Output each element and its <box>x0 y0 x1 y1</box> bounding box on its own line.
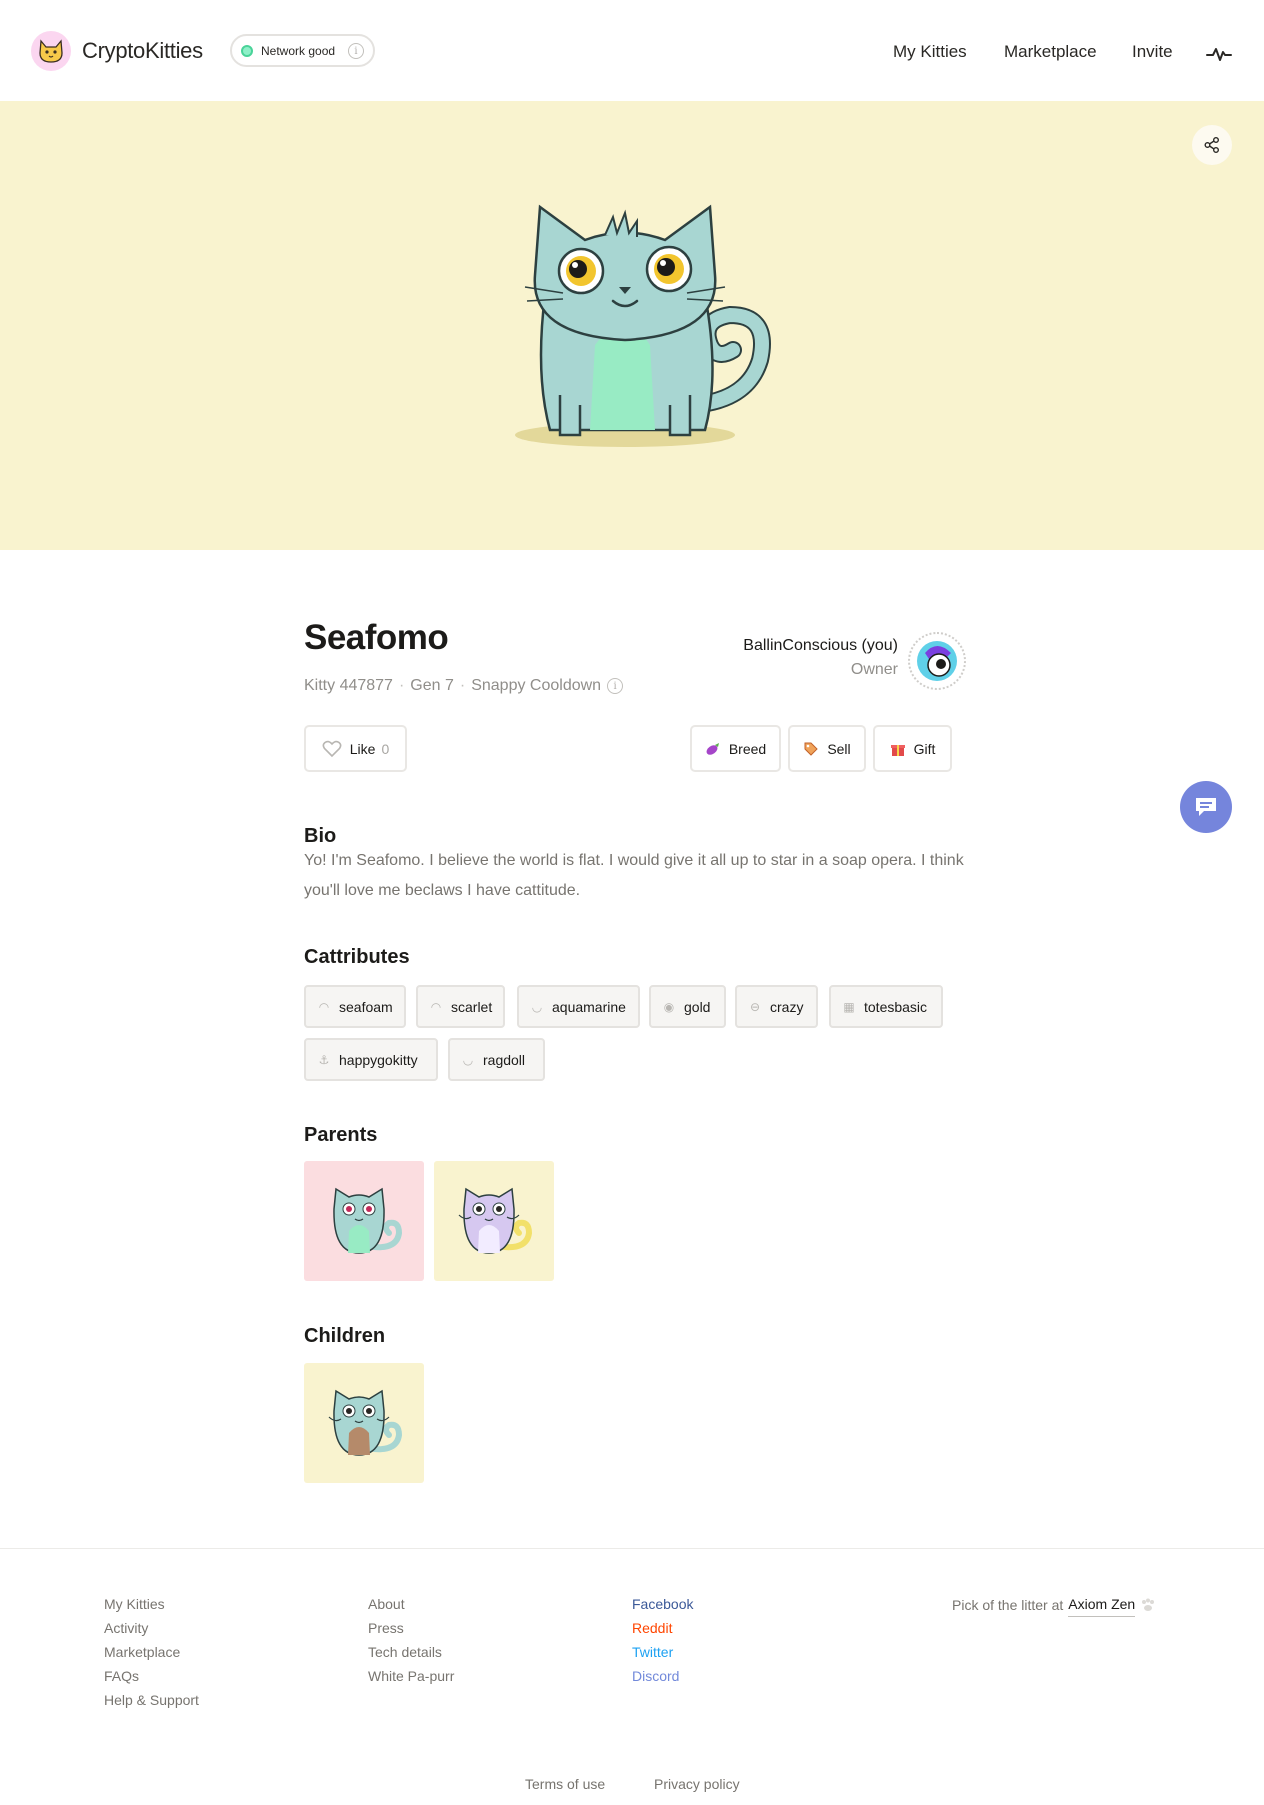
footer-link-tech-details[interactable]: Tech details <box>368 1640 454 1664</box>
kitty-thumbnail <box>458 1187 533 1254</box>
footer-link-activity[interactable]: Activity <box>104 1616 199 1640</box>
cattributes-heading: Cattributes <box>304 946 410 968</box>
bio-heading: Bio <box>304 825 337 847</box>
axiom-zen-link[interactable]: Axiom Zen <box>1068 1592 1136 1617</box>
parent-kitty-card[interactable] <box>434 1161 554 1281</box>
footer-link-discord[interactable]: Discord <box>632 1664 693 1688</box>
cattribute-chip[interactable]: ◠ seafoam <box>304 985 406 1028</box>
cattribute-label: scarlet <box>451 998 493 1015</box>
network-status-badge[interactable]: Network good i <box>230 34 375 67</box>
nav-my-kitties[interactable]: My Kitties <box>893 42 967 62</box>
litter-credit: Pick of the litter at Axiom Zen <box>952 1592 1156 1617</box>
footer-link-marketplace[interactable]: Marketplace <box>104 1640 199 1664</box>
chat-icon[interactable] <box>1180 781 1232 833</box>
like-button[interactable]: Like 0 <box>304 725 407 772</box>
heart-icon <box>322 740 342 757</box>
breed-button[interactable]: Breed <box>690 725 781 772</box>
kitty-cooldown: Snappy Cooldown <box>471 677 602 694</box>
footer-link-help[interactable]: Help & Support <box>104 1688 199 1712</box>
kitty-id: Kitty 447877 <box>304 677 393 694</box>
cattribute-label: aquamarine <box>552 998 626 1015</box>
share-icon[interactable] <box>1192 125 1232 165</box>
owner-avatar[interactable] <box>908 632 966 690</box>
eggplant-icon <box>706 742 719 755</box>
kitty-hero-banner <box>0 101 1264 550</box>
gift-button[interactable]: Gift <box>873 725 952 772</box>
cattribute-chip[interactable]: ▦ totesbasic <box>829 985 943 1028</box>
footer-link-facebook[interactable]: Facebook <box>632 1592 693 1616</box>
cooldown-info-icon[interactable]: i <box>607 678 624 694</box>
child-kitty-card[interactable] <box>304 1363 424 1483</box>
network-status-text: Network good <box>261 43 336 58</box>
nav-marketplace[interactable]: Marketplace <box>1004 42 1097 62</box>
breed-label: Breed <box>728 740 767 757</box>
cattribute-chip[interactable]: ◡ aquamarine <box>517 985 640 1028</box>
footer-link-twitter[interactable]: Twitter <box>632 1640 693 1664</box>
parents-heading: Parents <box>304 1124 378 1146</box>
footer-link-press[interactable]: Press <box>368 1616 454 1640</box>
footer-col-social: Facebook Reddit Twitter Discord <box>632 1592 693 1688</box>
kitty-thumbnail <box>328 1389 403 1456</box>
gift-label: Gift <box>913 740 936 757</box>
gift-icon <box>890 744 905 756</box>
children-heading: Children <box>304 1325 386 1347</box>
network-status-dot-icon <box>241 44 253 57</box>
like-label: Like <box>349 740 376 757</box>
kitty-name-title: Seafomo <box>304 618 449 657</box>
footer-link-about[interactable]: About <box>368 1592 454 1616</box>
mouth-icon: ⚓ <box>318 1052 330 1067</box>
meta-separator: · <box>459 677 466 694</box>
privacy-link[interactable]: Privacy policy <box>654 1776 740 1792</box>
kitty-meta: Kitty 447877 · Gen 7 · Snappy Cooldown i <box>304 677 624 695</box>
bio-text: Yo! I'm Seafomo. I believe the world is … <box>304 852 964 899</box>
like-count: 0 <box>381 740 390 757</box>
footer-link-my-kitties[interactable]: My Kitties <box>104 1592 199 1616</box>
meta-separator: · <box>398 677 405 694</box>
eye-color-icon: ◉ <box>663 999 675 1014</box>
cattribute-chip[interactable]: ⚓ happygokitty <box>304 1038 438 1081</box>
body-icon: ◡ <box>462 1052 474 1067</box>
cryptokitties-logo-icon[interactable] <box>31 31 71 71</box>
info-icon[interactable]: i <box>348 43 364 59</box>
footer-col-about: About Press Tech details White Pa-purr <box>368 1592 454 1688</box>
cattribute-label: seafoam <box>339 998 393 1015</box>
footer-col-site: My Kitties Activity Marketplace FAQs Hel… <box>104 1592 199 1712</box>
sell-button[interactable]: Sell <box>788 725 866 772</box>
body-icon: ◡ <box>531 999 543 1014</box>
parent-kitty-card[interactable] <box>304 1161 424 1281</box>
sell-label: Sell <box>827 740 851 757</box>
cattribute-label: happygokitty <box>339 1051 418 1068</box>
footer-link-faqs[interactable]: FAQs <box>104 1664 199 1688</box>
kitty-generation: Gen 7 <box>410 677 454 694</box>
cattribute-label: ragdoll <box>483 1051 526 1068</box>
pulse-icon[interactable] <box>1206 44 1232 69</box>
cattribute-chip[interactable]: ◠ scarlet <box>416 985 505 1028</box>
footer-link-white-pa-purr[interactable]: White Pa-purr <box>368 1664 454 1688</box>
price-tag-icon <box>804 742 819 756</box>
cattribute-chip[interactable]: ⊖ crazy <box>735 985 818 1028</box>
pattern-grid-icon: ▦ <box>843 999 855 1014</box>
cattribute-label: totesbasic <box>864 998 928 1015</box>
terms-link[interactable]: Terms of use <box>525 1776 605 1792</box>
litter-text: Pick of the litter at <box>952 1596 1064 1613</box>
brand-name[interactable]: CryptoKitties <box>82 38 203 64</box>
cattribute-chip[interactable]: ◡ ragdoll <box>448 1038 545 1081</box>
pattern-icon: ◠ <box>318 999 330 1014</box>
cattribute-label: gold <box>684 998 711 1015</box>
owner-name[interactable]: BallinConscious (you) <box>743 637 898 655</box>
cattribute-label: crazy <box>770 998 804 1015</box>
site-header: CryptoKitties Network good i My Kitties … <box>0 0 1264 101</box>
kitty-thumbnail <box>333 1187 403 1254</box>
eye-shape-icon: ⊖ <box>749 999 761 1014</box>
pattern-icon: ◠ <box>430 999 442 1014</box>
owner-role-label: Owner <box>850 661 898 678</box>
cattribute-chip[interactable]: ◉ gold <box>649 985 726 1028</box>
footer-link-reddit[interactable]: Reddit <box>632 1616 693 1640</box>
nav-invite[interactable]: Invite <box>1132 42 1173 62</box>
kitty-image <box>505 195 835 465</box>
paw-icon <box>1142 1598 1155 1611</box>
footer-divider <box>0 1548 1264 1549</box>
